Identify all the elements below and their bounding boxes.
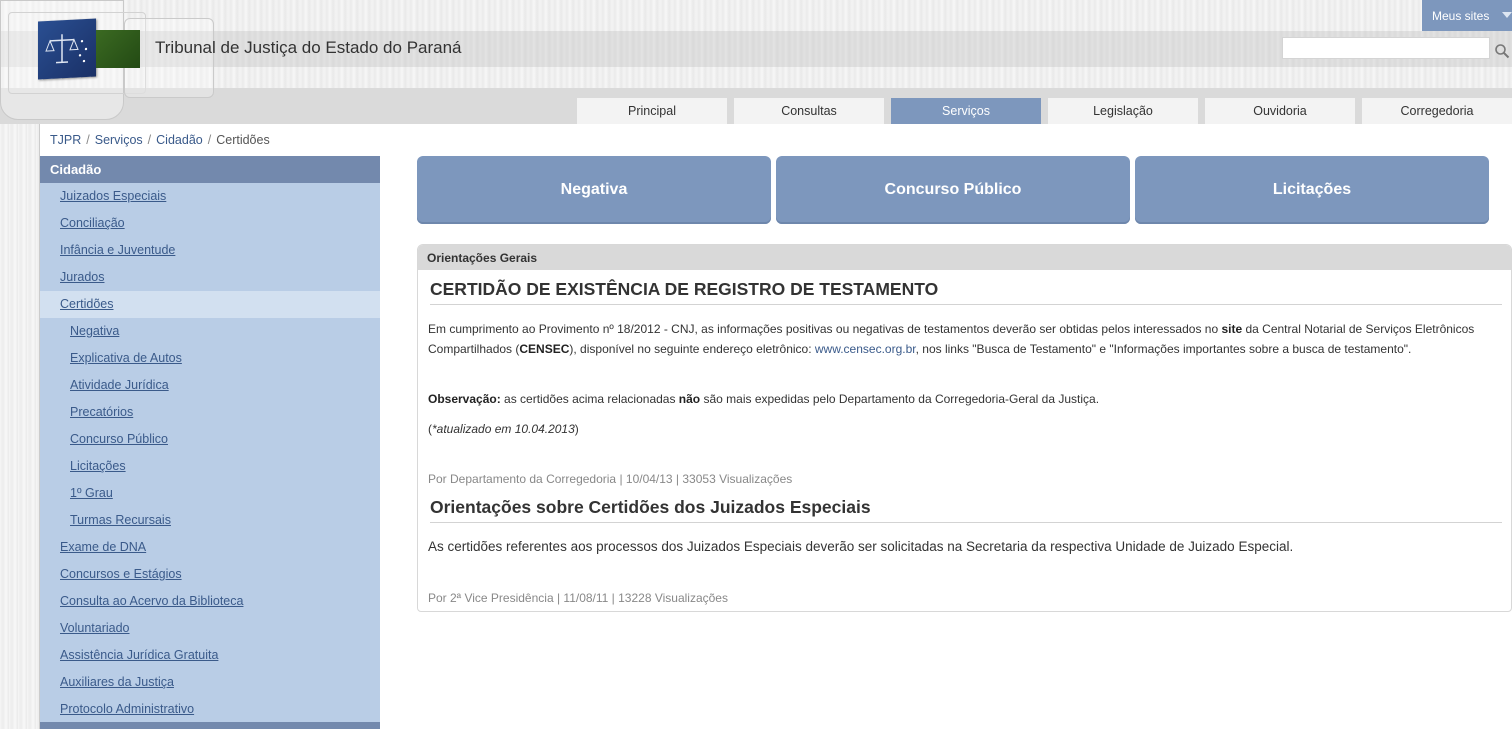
- sidebar-item-acervo-biblioteca[interactable]: Consulta ao Acervo da Biblioteca: [40, 588, 380, 615]
- sidebar-item-label: 1º Grau: [70, 486, 113, 500]
- breadcrumb-separator: /: [207, 133, 212, 147]
- sidebar-item-label: Juizados Especiais: [60, 189, 167, 203]
- text-run: Em cumprimento ao Provimento nº 18/2012 …: [428, 322, 1222, 336]
- text-run: são mais expedidas pelo Departamento da …: [700, 392, 1100, 406]
- sidebar-item-label: Negativa: [70, 324, 120, 338]
- sidebar-subitem-negativa[interactable]: Negativa: [40, 318, 380, 345]
- tab-servicos[interactable]: Serviços: [891, 98, 1041, 124]
- sidebar-item-label: Licitações: [70, 459, 126, 473]
- tab-ouvidoria[interactable]: Ouvidoria: [1205, 98, 1355, 124]
- observation-paragraph: Observação: as certidões acima relaciona…: [428, 389, 1503, 409]
- sidebar-item-label: Protocolo Administrativo: [60, 702, 195, 716]
- sidebar-item-label: Conciliação: [60, 216, 125, 230]
- sidebar-item-voluntariado[interactable]: Voluntariado: [40, 615, 380, 642]
- sidebar-item-label: Atividade Jurídica: [70, 378, 169, 392]
- sidebar-item-label: Auxiliares da Justiça: [60, 675, 174, 689]
- sidebar-subitem-turmas-recursais[interactable]: Turmas Recursais: [40, 507, 380, 534]
- sidebar-subitem-explicativa-autos[interactable]: Explicativa de Autos: [40, 345, 380, 372]
- breadcrumb: TJPR / Serviços / Cidadão / Certidões: [50, 133, 270, 147]
- breadcrumb-separator: /: [147, 133, 152, 147]
- breadcrumb-cidadao[interactable]: Cidadão: [156, 133, 203, 147]
- sidebar-title: Cidadão: [40, 156, 380, 183]
- sidebar-item-auxiliares-justica[interactable]: Auxiliares da Justiça: [40, 669, 380, 696]
- tile-negativa[interactable]: Negativa: [417, 156, 771, 224]
- sidebar-item-label: Concursos e Estágios: [60, 567, 182, 581]
- sidebar-item-juizados-especiais[interactable]: Juizados Especiais: [40, 183, 380, 210]
- caret-down-icon: [1502, 12, 1512, 18]
- sidebar-footer: [40, 722, 380, 729]
- breadcrumb-servicos[interactable]: Serviços: [95, 133, 143, 147]
- sidebar-subitem-primeiro-grau[interactable]: 1º Grau: [40, 480, 380, 507]
- tab-consultas[interactable]: Consultas: [734, 98, 884, 124]
- article-paragraph: Em cumprimento ao Provimento nº 18/2012 …: [428, 319, 1503, 359]
- sidebar-item-certidoes[interactable]: Certidões: [40, 291, 380, 318]
- site-header: Tribunal de Justiça do Estado do Paraná …: [0, 0, 1512, 124]
- article-title[interactable]: CERTIDÃO DE EXISTÊNCIA DE REGISTRO DE TE…: [430, 279, 1502, 305]
- meus-sites-menu[interactable]: Meus sites: [1422, 0, 1512, 31]
- sidebar-item-assistencia-juridica[interactable]: Assistência Jurídica Gratuita: [40, 642, 380, 669]
- sidebar-item-label: Turmas Recursais: [70, 513, 171, 527]
- sidebar-subitem-licitacoes[interactable]: Licitações: [40, 453, 380, 480]
- scales-of-justice-icon: [45, 34, 88, 64]
- sidebar-item-label: Assistência Jurídica Gratuita: [60, 648, 219, 662]
- article-title[interactable]: Orientações sobre Certidões dos Juizados…: [430, 497, 1502, 523]
- text-bold: CENSEC: [519, 342, 570, 356]
- breadcrumb-tjpr[interactable]: TJPR: [50, 133, 81, 147]
- sidebar-item-protocolo-administrativo[interactable]: Protocolo Administrativo: [40, 696, 380, 723]
- sidebar: Cidadão Juizados Especiais Conciliação I…: [40, 156, 380, 729]
- sidebar-item-jurados[interactable]: Jurados: [40, 264, 380, 291]
- sidebar-subitem-atividade-juridica[interactable]: Atividade Jurídica: [40, 372, 380, 399]
- sidebar-item-exame-dna[interactable]: Exame de DNA: [40, 534, 380, 561]
- sidebar-item-label: Voluntariado: [60, 621, 130, 635]
- sidebar-item-concursos-estagios[interactable]: Concursos e Estágios: [40, 561, 380, 588]
- tile-concurso-publico[interactable]: Concurso Público: [776, 156, 1130, 224]
- article-meta: Por 2ª Vice Presidência | 11/08/11 | 132…: [428, 591, 728, 605]
- sidebar-item-label: Consulta ao Acervo da Biblioteca: [60, 594, 244, 608]
- updated-date: *atualizado em 10.04.2013: [432, 422, 575, 436]
- sidebar-item-label: Infância e Juventude: [60, 243, 176, 257]
- tab-corregedoria[interactable]: Corregedoria: [1362, 98, 1512, 124]
- breadcrumb-separator: /: [86, 133, 90, 147]
- panel-header: Orientações Gerais: [418, 245, 1511, 270]
- text-run: ): [574, 422, 579, 436]
- sidebar-item-label: Exame de DNA: [60, 540, 147, 554]
- site-title[interactable]: Tribunal de Justiça do Estado do Paraná: [155, 38, 462, 58]
- sidebar-item-label: Certidões: [60, 297, 114, 311]
- article-meta: Por Departamento da Corregedoria | 10/04…: [428, 472, 793, 486]
- sidebar-item-infancia-juventude[interactable]: Infância e Juventude: [40, 237, 380, 264]
- left-gutter: [0, 124, 40, 729]
- tab-legislacao[interactable]: Legislação: [1048, 98, 1198, 124]
- tab-principal[interactable]: Principal: [577, 98, 727, 124]
- sidebar-subitem-concurso-publico[interactable]: Concurso Público: [40, 426, 380, 453]
- tile-licitacoes[interactable]: Licitações: [1135, 156, 1489, 224]
- meus-sites-label: Meus sites: [1432, 9, 1490, 23]
- text-run: , nos links "Busca de Testamento" e "Inf…: [915, 342, 1412, 356]
- updated-note: (*atualizado em 10.04.2013): [428, 419, 1503, 439]
- orientacoes-panel: Orientações Gerais CERTIDÃO DE EXISTÊNCI…: [417, 244, 1512, 612]
- search-input[interactable]: [1282, 37, 1490, 59]
- sidebar-item-label: Jurados: [60, 270, 105, 284]
- text-run: ), disponível no seguinte endereço eletr…: [569, 342, 815, 356]
- text-bold: site: [1221, 322, 1243, 336]
- article-paragraph: As certidões referentes aos processos do…: [428, 539, 1294, 554]
- sidebar-item-label: Concurso Público: [70, 432, 168, 446]
- observation-label: Observação:: [428, 392, 501, 406]
- sidebar-item-label: Explicativa de Autos: [70, 351, 182, 365]
- text-run: as certidões acima relacionadas: [500, 392, 679, 406]
- sidebar-subitem-precatorios[interactable]: Precatórios: [40, 399, 380, 426]
- sidebar-item-conciliacao[interactable]: Conciliação: [40, 210, 380, 237]
- tjpr-logo[interactable]: [38, 18, 96, 80]
- search-icon[interactable]: [1494, 43, 1510, 59]
- logo-green-block: [96, 30, 140, 68]
- text-bold: não: [678, 392, 701, 406]
- sidebar-item-label: Precatórios: [70, 405, 134, 419]
- breadcrumb-current: Certidões: [216, 133, 270, 147]
- censec-link[interactable]: www.censec.org.br: [815, 342, 916, 356]
